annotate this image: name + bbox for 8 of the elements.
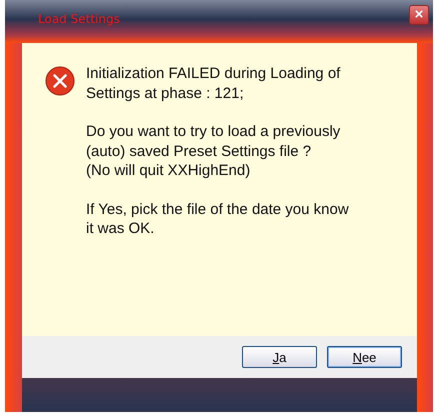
close-button[interactable]: × bbox=[409, 5, 429, 25]
message-text: If Yes, pick the file of the date you know it was OK. bbox=[86, 200, 350, 238]
error-icon bbox=[45, 66, 75, 96]
message-text: Initialization FAILED during Loading of Settings at phase : 121; bbox=[86, 64, 342, 103]
message-text: Do you want to try to load a previously (auto) saved Preset Settings file ? (No will quit XXHighEnd) bbox=[86, 122, 342, 180]
window-title: Load Settings bbox=[38, 12, 120, 26]
dialog-button[interactable]: Nee bbox=[327, 346, 402, 368]
dialog-button[interactable]: Ja bbox=[242, 346, 317, 368]
